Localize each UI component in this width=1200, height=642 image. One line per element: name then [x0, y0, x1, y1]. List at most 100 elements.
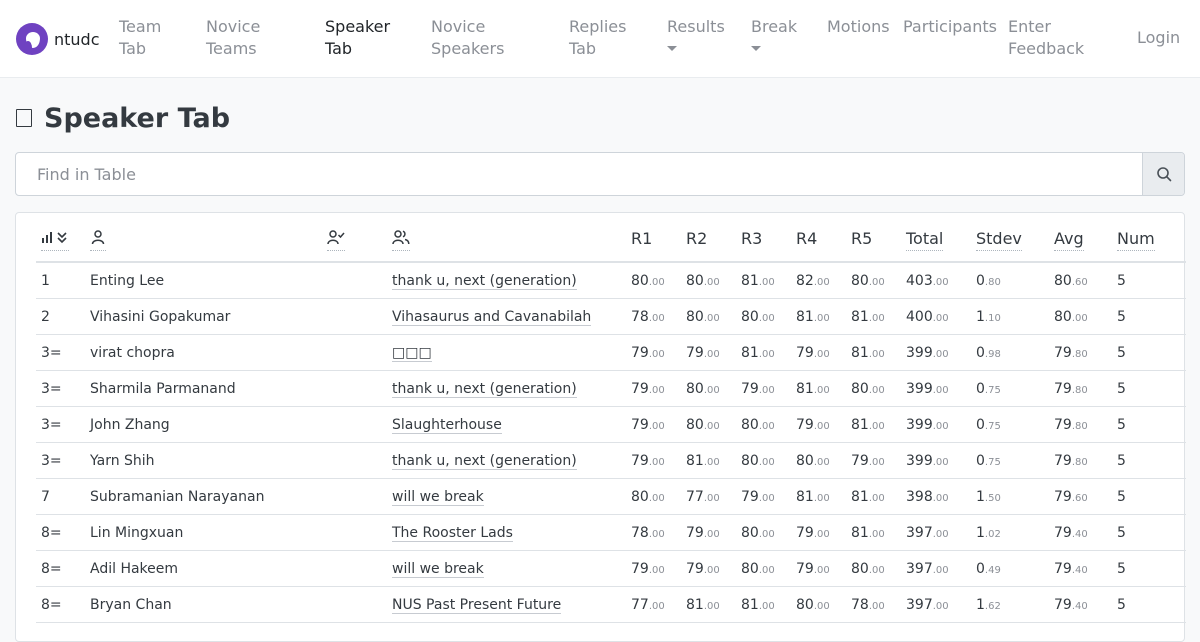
team-name-link[interactable]: The Rooster Lads: [392, 525, 513, 542]
score-r3: 80.00: [741, 560, 775, 578]
avg-score: 80.60: [1054, 272, 1088, 290]
rank: 3=: [41, 453, 62, 469]
score-r2-integer: 79: [686, 525, 704, 541]
column-header-avg[interactable]: Avg: [1054, 229, 1084, 251]
score-r5-decimal: .00: [868, 277, 885, 288]
team-name-link[interactable]: thank u, next (generation): [392, 453, 577, 470]
column-header-stdev[interactable]: Stdev: [976, 229, 1022, 251]
search-button[interactable]: [1142, 153, 1184, 195]
institution-column-header[interactable]: [327, 229, 345, 251]
column-header-r4[interactable]: R4: [796, 229, 817, 251]
score-r1-decimal: .00: [648, 385, 665, 396]
table-row: 8= Lin Mingxuan The Rooster Lads 78.00 79.00…: [36, 515, 1186, 551]
total-score-decimal: .00: [932, 601, 949, 612]
team-name-link[interactable]: Vihasaurus and Cavanabilah: [392, 309, 592, 326]
column-header-r2[interactable]: R2: [686, 229, 707, 251]
score-r2-integer: 80: [686, 309, 704, 325]
total-score-integer: 403: [906, 273, 933, 289]
stdev-score-decimal: .75: [984, 457, 1001, 468]
team-name-link[interactable]: will we break: [392, 489, 484, 506]
score-r3-integer: 81: [741, 597, 759, 613]
score-r2: 80.00: [686, 308, 720, 326]
column-header-total[interactable]: Total: [906, 229, 944, 251]
avg-score-integer: 79: [1054, 489, 1072, 505]
nav-break[interactable]: Break: [751, 16, 797, 51]
nav-enter-feedback[interactable]: Enter Feedback: [1008, 16, 1084, 60]
speaker-name: Yarn Shih: [90, 453, 155, 469]
score-r1: 78.00: [631, 524, 665, 542]
total-score: 403.00: [906, 272, 949, 290]
nav-novice-speakers[interactable]: Novice Speakers: [431, 16, 504, 60]
nav-motions[interactable]: Motions: [827, 16, 890, 38]
speaker-column-header[interactable]: [90, 229, 106, 251]
speaker-name-cell: Subramanian Narayanan: [90, 488, 264, 506]
score-r5-decimal: .00: [868, 385, 885, 396]
rank: 7: [41, 489, 50, 505]
score-r4: 79.00: [796, 344, 830, 362]
stdev-score: 1.10: [976, 308, 1001, 326]
score-r5: 79.00: [851, 452, 885, 470]
speaker-name-cell: John Zhang: [90, 416, 170, 434]
num-rounds: 5: [1117, 381, 1126, 397]
column-header-r5[interactable]: R5: [851, 229, 872, 251]
nav-speaker-tab[interactable]: Speaker Tab: [325, 16, 390, 60]
search-input[interactable]: [16, 153, 1144, 195]
score-r4: 80.00: [796, 452, 830, 470]
team-column-header[interactable]: [392, 229, 410, 251]
nav-replies-tab[interactable]: Replies Tab: [569, 16, 626, 60]
score-r1: 79.00: [631, 560, 665, 578]
team-name-link[interactable]: thank u, next (generation): [392, 273, 577, 290]
nav-label: Speaker Tab: [325, 17, 391, 58]
rank: 1: [41, 273, 50, 289]
score-r5-integer: 81: [851, 525, 869, 541]
nav-label: Participants: [903, 17, 997, 36]
score-r1: 80.00: [631, 272, 665, 290]
brand-link[interactable]: ntudc: [16, 22, 100, 56]
total-score-integer: 399: [906, 345, 933, 361]
nav-team-tab[interactable]: Team Tab: [119, 16, 161, 60]
avg-score-integer: 80: [1054, 273, 1072, 289]
score-r3-decimal: .00: [758, 529, 775, 540]
nav-label: Novice Speakers: [431, 17, 505, 58]
team-name-link[interactable]: NUS Past Present Future: [392, 597, 562, 614]
score-r3: 81.00: [741, 344, 775, 362]
nav-novice-teams[interactable]: Novice Teams: [206, 16, 260, 60]
score-r2-decimal: .00: [703, 277, 720, 288]
num-rounds-cell: 5: [1117, 416, 1126, 434]
avg-score-integer: 79: [1054, 597, 1072, 613]
score-r4-integer: 82: [796, 273, 814, 289]
num-rounds: 5: [1117, 561, 1126, 577]
score-r5-integer: 81: [851, 345, 869, 361]
score-r1-integer: 80: [631, 489, 649, 505]
stdev-score: 1.50: [976, 488, 1001, 506]
score-r1-integer: 79: [631, 561, 649, 577]
team-name-link[interactable]: □□□: [392, 345, 432, 362]
total-score-integer: 397: [906, 597, 933, 613]
score-r5: 80.00: [851, 272, 885, 290]
column-header-r3[interactable]: R3: [741, 229, 762, 251]
score-r4: 79.00: [796, 524, 830, 542]
stdev-score: 0.75: [976, 452, 1001, 470]
column-header-r1[interactable]: R1: [631, 229, 652, 251]
team-name-link[interactable]: Slaughterhouse: [392, 417, 502, 434]
nav-results[interactable]: Results: [667, 16, 725, 51]
score-r5-decimal: .00: [868, 493, 885, 504]
total-score-integer: 398: [906, 489, 933, 505]
rank: 8=: [41, 525, 62, 541]
nav-participants[interactable]: Participants: [903, 16, 997, 38]
team-name-link[interactable]: will we break: [392, 561, 484, 578]
score-r2-decimal: .00: [703, 313, 720, 324]
stdev-score-decimal: .80: [984, 277, 1001, 288]
login-link[interactable]: Login: [1137, 27, 1180, 49]
rank-sort-column-header[interactable]: [41, 229, 69, 251]
score-r2: 79.00: [686, 560, 720, 578]
score-r4: 79.00: [796, 560, 830, 578]
column-header-num[interactable]: Num: [1117, 229, 1155, 251]
team-name-link[interactable]: thank u, next (generation): [392, 381, 577, 398]
score-r4-decimal: .00: [813, 565, 830, 576]
score-r1: 79.00: [631, 416, 665, 434]
rank-cell: 3=: [41, 344, 62, 362]
score-r2-integer: 81: [686, 597, 704, 613]
total-score: 400.00: [906, 308, 949, 326]
score-r5-decimal: .00: [868, 313, 885, 324]
